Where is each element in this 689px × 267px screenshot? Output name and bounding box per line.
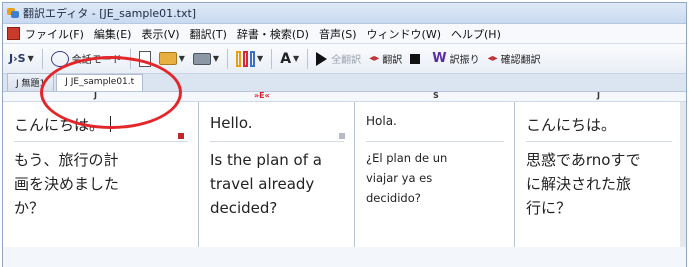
segment-divider [14, 141, 188, 142]
segment-2-text[interactable]: もう、旅行の計 画を決めました か？ [14, 148, 198, 220]
language-direction-button[interactable]: J›S ▼ [9, 48, 34, 70]
translate-all-label: 全翻訳 [331, 55, 362, 66]
translate-all-button[interactable]: 全翻訳 [316, 48, 361, 70]
folder-open-icon [158, 52, 177, 65]
toolbar-separator [271, 48, 273, 69]
toolbar-separator [41, 48, 43, 69]
menu-bar: ファイル(F) 編集(E) 表示(V) 翻訳(T) 辞書・検索(D) 音声(S)… [3, 24, 686, 44]
chevron-down-icon[interactable]: ▼ [293, 54, 299, 63]
segment-divider [366, 141, 504, 142]
play-icon [316, 51, 328, 66]
highlight-circle-annotation [40, 56, 182, 129]
toolbar-separator [307, 48, 309, 69]
segment-2-text[interactable]: 思惑であrnoすで に解決された旅 行に？ [526, 148, 682, 220]
chevron-down-icon[interactable]: ▼ [257, 54, 263, 63]
back-translate-label: 確認翻訳 [500, 55, 541, 66]
translate-button[interactable]: ◂▸ 翻訳 [369, 48, 402, 70]
segment-marker-icon [178, 133, 184, 139]
translate-arrow-icon: ◂▸ [369, 53, 380, 64]
stop-button[interactable] [410, 48, 424, 70]
menu-help[interactable]: ヘルプ(H) [451, 26, 501, 42]
open-file-button[interactable]: ▼ [158, 48, 185, 70]
segment-1-text[interactable]: Hello. [210, 114, 354, 141]
segment-divider [210, 141, 344, 142]
translation-check-button[interactable]: W 訳振り [432, 48, 479, 70]
pane-english-translation[interactable]: Hello. Is the plan of a travel already d… [198, 102, 354, 247]
segment-marker-icon [339, 133, 345, 139]
back-translate-icon: ◂▸ [487, 53, 498, 64]
pane-spanish-translation[interactable]: Hola. ¿El plan de un viajar ya es decidi… [354, 102, 514, 247]
window-title: 翻訳エディタ - [JE_sample01.txt] [23, 7, 197, 20]
translate-label: 翻訳 [382, 55, 403, 66]
printer-icon [192, 52, 211, 65]
menu-view[interactable]: 表示(V) [141, 26, 179, 42]
back-translate-button[interactable]: ◂▸ 確認翻訳 [488, 48, 541, 70]
column-label-japanese-back: J [597, 91, 600, 100]
column-label-spanish: S [433, 91, 439, 100]
segment-1-text[interactable]: Hola. [366, 114, 514, 141]
segment-2-text[interactable]: Is the plan of a travel already decided? [210, 148, 354, 220]
menu-voice[interactable]: 音声(S) [319, 26, 357, 42]
segment-divider [526, 141, 672, 142]
chevron-down-icon[interactable]: ▼ [179, 54, 185, 63]
columns-icon [236, 50, 256, 67]
font-icon: A [280, 50, 292, 67]
title-bar: 翻訳エディタ - [JE_sample01.txt] [3, 3, 686, 24]
language-direction-label: J›S [9, 52, 26, 65]
app-icon [7, 7, 19, 19]
column-layout-button[interactable]: ▼ [236, 48, 263, 70]
menu-dictionary-search[interactable]: 辞書・検索(D) [237, 26, 309, 42]
menu-file[interactable]: ファイル(F) [25, 26, 84, 42]
print-button[interactable]: ▼ [192, 48, 219, 70]
vertical-scrollbar[interactable] [680, 102, 686, 247]
menu-translate[interactable]: 翻訳(T) [190, 26, 227, 42]
chevron-down-icon[interactable]: ▼ [28, 54, 34, 63]
stop-icon [410, 53, 421, 64]
menu-edit[interactable]: 編集(E) [94, 26, 132, 42]
segment-2-text[interactable]: ¿El plan de un viajar ya es decidido? [366, 148, 514, 208]
word-check-icon: W [432, 51, 447, 66]
segment-1-text[interactable]: こんにちは。 [526, 114, 682, 141]
menu-window[interactable]: ウィンドウ(W) [367, 26, 441, 42]
chevron-down-icon[interactable]: ▼ [213, 54, 219, 63]
pane-japanese-back-translation[interactable]: こんにちは。 思惑であrnoすで に解決された旅 行に？ [514, 102, 682, 247]
document-menu-icon[interactable] [7, 27, 20, 40]
translation-editor-window: 翻訳エディタ - [JE_sample01.txt] ファイル(F) 編集(E)… [2, 2, 687, 267]
font-button[interactable]: A ▼ [280, 48, 299, 70]
column-label-english: »E« [254, 91, 270, 100]
translation-check-label: 訳振り [449, 55, 480, 66]
toolbar-separator [227, 48, 229, 69]
